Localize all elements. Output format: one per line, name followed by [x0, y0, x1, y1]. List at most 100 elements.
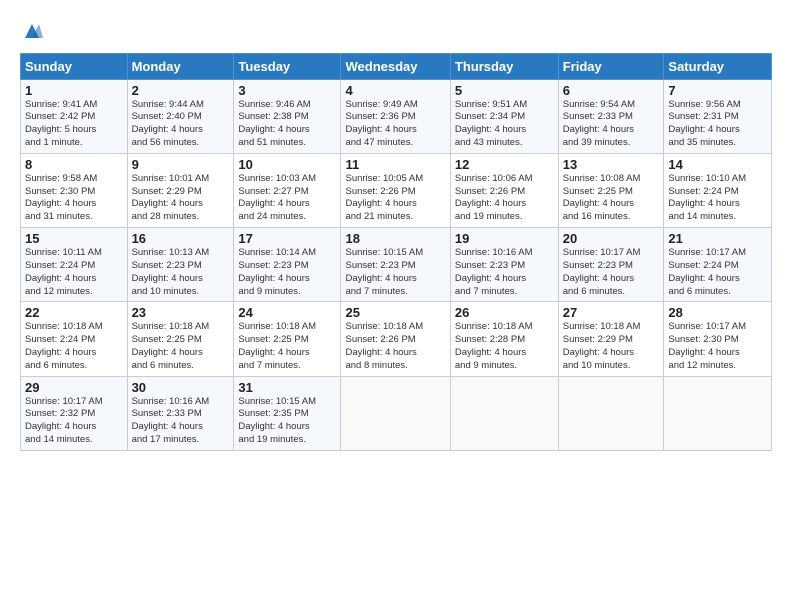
day-number: 19: [455, 231, 554, 246]
day-info: Sunrise: 10:17 AMSunset: 2:32 PMDaylight…: [25, 396, 123, 447]
calendar-cell: 6Sunrise: 9:54 AMSunset: 2:33 PMDaylight…: [558, 79, 664, 153]
day-info: Sunrise: 9:54 AMSunset: 2:33 PMDaylight:…: [563, 99, 660, 150]
day-number: 15: [25, 231, 123, 246]
day-number: 20: [563, 231, 660, 246]
day-info: Sunrise: 10:15 AMSunset: 2:23 PMDaylight…: [345, 247, 445, 298]
calendar-cell: 17Sunrise: 10:14 AMSunset: 2:23 PMDaylig…: [234, 228, 341, 302]
day-info: Sunrise: 10:03 AMSunset: 2:27 PMDaylight…: [238, 173, 336, 224]
day-number: 5: [455, 83, 554, 98]
day-info: Sunrise: 10:18 AMSunset: 2:26 PMDaylight…: [345, 321, 445, 372]
calendar-cell: 26Sunrise: 10:18 AMSunset: 2:28 PMDaylig…: [450, 302, 558, 376]
day-number: 27: [563, 305, 660, 320]
calendar-cell: 7Sunrise: 9:56 AMSunset: 2:31 PMDaylight…: [664, 79, 772, 153]
calendar-cell: 1Sunrise: 9:41 AMSunset: 2:42 PMDaylight…: [21, 79, 128, 153]
day-info: Sunrise: 10:17 AMSunset: 2:23 PMDaylight…: [563, 247, 660, 298]
day-number: 16: [132, 231, 230, 246]
day-info: Sunrise: 10:17 AMSunset: 2:24 PMDaylight…: [668, 247, 767, 298]
calendar-cell: 3Sunrise: 9:46 AMSunset: 2:38 PMDaylight…: [234, 79, 341, 153]
day-number: 17: [238, 231, 336, 246]
weekday-header-saturday: Saturday: [664, 53, 772, 79]
calendar-table: SundayMondayTuesdayWednesdayThursdayFrid…: [20, 53, 772, 451]
calendar-cell: 23Sunrise: 10:18 AMSunset: 2:25 PMDaylig…: [127, 302, 234, 376]
day-number: 12: [455, 157, 554, 172]
day-number: 11: [345, 157, 445, 172]
day-info: Sunrise: 10:18 AMSunset: 2:29 PMDaylight…: [563, 321, 660, 372]
day-info: Sunrise: 10:14 AMSunset: 2:23 PMDaylight…: [238, 247, 336, 298]
day-number: 26: [455, 305, 554, 320]
calendar-cell: 4Sunrise: 9:49 AMSunset: 2:36 PMDaylight…: [341, 79, 450, 153]
calendar-week-2: 8Sunrise: 9:58 AMSunset: 2:30 PMDaylight…: [21, 153, 772, 227]
calendar-week-4: 22Sunrise: 10:18 AMSunset: 2:24 PMDaylig…: [21, 302, 772, 376]
calendar-cell: 13Sunrise: 10:08 AMSunset: 2:25 PMDaylig…: [558, 153, 664, 227]
day-number: 23: [132, 305, 230, 320]
weekday-header-sunday: Sunday: [21, 53, 128, 79]
day-info: Sunrise: 10:18 AMSunset: 2:25 PMDaylight…: [238, 321, 336, 372]
day-number: 7: [668, 83, 767, 98]
day-info: Sunrise: 9:49 AMSunset: 2:36 PMDaylight:…: [345, 99, 445, 150]
calendar-cell: 25Sunrise: 10:18 AMSunset: 2:26 PMDaylig…: [341, 302, 450, 376]
header: [20, 16, 772, 47]
day-number: 25: [345, 305, 445, 320]
calendar-cell: 27Sunrise: 10:18 AMSunset: 2:29 PMDaylig…: [558, 302, 664, 376]
day-number: 4: [345, 83, 445, 98]
day-info: Sunrise: 9:46 AMSunset: 2:38 PMDaylight:…: [238, 99, 336, 150]
day-number: 9: [132, 157, 230, 172]
calendar-cell: 9Sunrise: 10:01 AMSunset: 2:29 PMDayligh…: [127, 153, 234, 227]
day-number: 21: [668, 231, 767, 246]
day-info: Sunrise: 10:16 AMSunset: 2:23 PMDaylight…: [455, 247, 554, 298]
day-info: Sunrise: 10:06 AMSunset: 2:26 PMDaylight…: [455, 173, 554, 224]
calendar-cell: 28Sunrise: 10:17 AMSunset: 2:30 PMDaylig…: [664, 302, 772, 376]
weekday-header-monday: Monday: [127, 53, 234, 79]
day-info: Sunrise: 10:18 AMSunset: 2:25 PMDaylight…: [132, 321, 230, 372]
calendar-cell: 30Sunrise: 10:16 AMSunset: 2:33 PMDaylig…: [127, 376, 234, 450]
day-info: Sunrise: 9:51 AMSunset: 2:34 PMDaylight:…: [455, 99, 554, 150]
day-number: 8: [25, 157, 123, 172]
day-info: Sunrise: 10:11 AMSunset: 2:24 PMDaylight…: [25, 247, 123, 298]
calendar-cell: 21Sunrise: 10:17 AMSunset: 2:24 PMDaylig…: [664, 228, 772, 302]
weekday-header-friday: Friday: [558, 53, 664, 79]
day-number: 6: [563, 83, 660, 98]
day-info: Sunrise: 10:17 AMSunset: 2:30 PMDaylight…: [668, 321, 767, 372]
calendar-week-3: 15Sunrise: 10:11 AMSunset: 2:24 PMDaylig…: [21, 228, 772, 302]
day-info: Sunrise: 9:58 AMSunset: 2:30 PMDaylight:…: [25, 173, 123, 224]
weekday-header-thursday: Thursday: [450, 53, 558, 79]
calendar-cell: 20Sunrise: 10:17 AMSunset: 2:23 PMDaylig…: [558, 228, 664, 302]
calendar-cell: 16Sunrise: 10:13 AMSunset: 2:23 PMDaylig…: [127, 228, 234, 302]
day-number: 13: [563, 157, 660, 172]
calendar-cell: 10Sunrise: 10:03 AMSunset: 2:27 PMDaylig…: [234, 153, 341, 227]
calendar-cell: 5Sunrise: 9:51 AMSunset: 2:34 PMDaylight…: [450, 79, 558, 153]
calendar-cell: 8Sunrise: 9:58 AMSunset: 2:30 PMDaylight…: [21, 153, 128, 227]
day-number: 14: [668, 157, 767, 172]
day-info: Sunrise: 9:41 AMSunset: 2:42 PMDaylight:…: [25, 99, 123, 150]
logo: [20, 20, 43, 47]
calendar-cell: [558, 376, 664, 450]
calendar-cell: 29Sunrise: 10:17 AMSunset: 2:32 PMDaylig…: [21, 376, 128, 450]
day-number: 29: [25, 380, 123, 395]
calendar-cell: [341, 376, 450, 450]
day-info: Sunrise: 10:13 AMSunset: 2:23 PMDaylight…: [132, 247, 230, 298]
calendar-cell: 24Sunrise: 10:18 AMSunset: 2:25 PMDaylig…: [234, 302, 341, 376]
day-number: 28: [668, 305, 767, 320]
day-number: 24: [238, 305, 336, 320]
calendar-cell: [664, 376, 772, 450]
day-info: Sunrise: 10:15 AMSunset: 2:35 PMDaylight…: [238, 396, 336, 447]
weekday-header-wednesday: Wednesday: [341, 53, 450, 79]
day-number: 1: [25, 83, 123, 98]
calendar-cell: 15Sunrise: 10:11 AMSunset: 2:24 PMDaylig…: [21, 228, 128, 302]
day-number: 18: [345, 231, 445, 246]
calendar-cell: 2Sunrise: 9:44 AMSunset: 2:40 PMDaylight…: [127, 79, 234, 153]
calendar-cell: [450, 376, 558, 450]
calendar-cell: 11Sunrise: 10:05 AMSunset: 2:26 PMDaylig…: [341, 153, 450, 227]
day-number: 2: [132, 83, 230, 98]
day-info: Sunrise: 10:16 AMSunset: 2:33 PMDaylight…: [132, 396, 230, 447]
calendar-cell: 31Sunrise: 10:15 AMSunset: 2:35 PMDaylig…: [234, 376, 341, 450]
day-number: 22: [25, 305, 123, 320]
day-info: Sunrise: 9:56 AMSunset: 2:31 PMDaylight:…: [668, 99, 767, 150]
day-info: Sunrise: 10:18 AMSunset: 2:24 PMDaylight…: [25, 321, 123, 372]
calendar-cell: 22Sunrise: 10:18 AMSunset: 2:24 PMDaylig…: [21, 302, 128, 376]
weekday-header-row: SundayMondayTuesdayWednesdayThursdayFrid…: [21, 53, 772, 79]
day-number: 10: [238, 157, 336, 172]
day-info: Sunrise: 10:08 AMSunset: 2:25 PMDaylight…: [563, 173, 660, 224]
calendar-cell: 18Sunrise: 10:15 AMSunset: 2:23 PMDaylig…: [341, 228, 450, 302]
calendar-week-1: 1Sunrise: 9:41 AMSunset: 2:42 PMDaylight…: [21, 79, 772, 153]
